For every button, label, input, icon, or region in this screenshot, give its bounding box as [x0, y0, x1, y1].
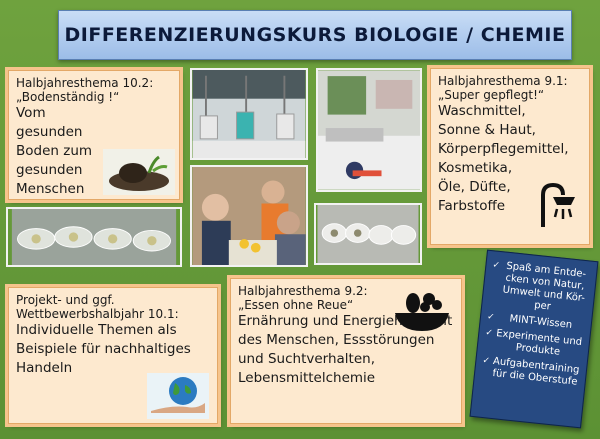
topic-subtitle: „Bodenständig !“ — [16, 90, 120, 104]
topic-body: Vom gesunden Boden zum gesunden Menschen — [16, 105, 93, 197]
topic-item: Körperpflegemittel, — [438, 141, 569, 157]
title-banner: DIFFERENZIERUNGSKURS BIOLOGIE / CHEMIE — [58, 10, 572, 60]
topic-label: Halbjahresthema 9.1: — [438, 74, 568, 88]
topic-item: Sonne & Haut, — [438, 122, 536, 138]
benefits-box: Spaß am Entde-cken von Natur, Umwelt und… — [469, 249, 599, 429]
topic-box-10-2: Halbjahresthema 10.2: „Bodenständig !“ V… — [8, 70, 180, 200]
topic-body: Individuelle Themen als Beispiele für na… — [16, 322, 191, 376]
page-title: DIFFERENZIERUNGSKURS BIOLOGIE / CHEMIE — [64, 24, 566, 46]
topic-label: Projekt- und ggf. — [16, 293, 115, 307]
sink-photo — [316, 68, 422, 192]
petri-dishes-photo — [6, 207, 182, 267]
topic-label-2: Wettbewerbshalbjahr 10.1: — [16, 307, 179, 321]
topic-box-9-2: Halbjahresthema 9.2: „Essen ohne Reue“ E… — [230, 278, 462, 424]
fruit-bowl-icon — [395, 293, 449, 331]
shower-icon — [541, 182, 575, 227]
topic-item: Kosmetika, — [438, 160, 513, 176]
lab-equipment-photo — [190, 68, 308, 160]
benefit-item: Spaß am Entde-cken von Natur, Umwelt und… — [488, 259, 590, 317]
topic-subtitle: „Super gepflegt!“ — [438, 88, 545, 102]
petri-dishes-right-photo — [314, 203, 422, 265]
benefit-item: Aufgabentraining für die Oberstufe — [481, 355, 581, 389]
topic-label: Halbjahresthema 10.2: — [16, 76, 154, 90]
soil-photo — [103, 149, 175, 195]
topic-item: Waschmittel, — [438, 103, 526, 119]
students-photo — [190, 165, 308, 267]
topic-box-10-1: Projekt- und ggf. Wettbewerbshalbjahr 10… — [8, 287, 218, 424]
topic-box-9-1: Halbjahresthema 9.1: „Super gepflegt!“ W… — [430, 68, 590, 245]
globe-in-hand-icon — [147, 373, 209, 419]
